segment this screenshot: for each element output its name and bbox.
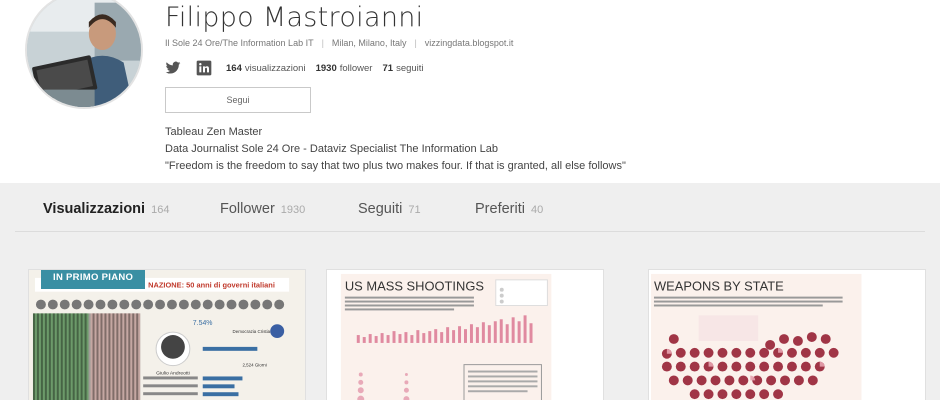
viz-card[interactable]: NAZIONE: 50 anni di governi italiani 7.5… [28,269,306,400]
linkedin-icon[interactable] [196,60,212,76]
card-side-label: Democrazia Cristiana [233,329,276,334]
meta-separator: | [321,38,324,48]
views-stat[interactable]: 164 visualizzazioni [226,63,306,74]
viz-card[interactable]: WEAPONS BY STATE [648,269,926,400]
viz-card[interactable]: US MASS SHOOTINGS [326,269,604,400]
tab-preferiti[interactable]: Preferiti 40 [475,201,543,217]
bio-line: Tableau Zen Master [165,126,263,138]
content-area: Visualizzazioni 164 Follower 1930 Seguiti 7… [0,183,940,400]
tabs-divider [15,231,925,232]
follow-button[interactable]: Segui [165,87,311,113]
meta-separator: | [414,38,417,48]
bio-line: "Freedom is the freedom to say that two … [165,160,626,172]
followers-stat[interactable]: 1930 follower [316,63,373,74]
following-stat[interactable]: 71 seguiti [382,63,423,74]
card-person: Giulio Andreotti [156,371,190,377]
viz-thumbnail[interactable]: US MASS SHOOTINGS [327,270,603,400]
profile-bio: Tableau Zen Master Data Journalist Sole … [165,124,626,175]
card-title: WEAPONS BY STATE [654,279,784,294]
profile-stats: 164 visualizzazioni 1930 follower 71 seguit… [226,63,424,74]
card-stat: 7.54% [193,320,213,327]
bio-line: Data Journalist Sole 24 Ore - Dataviz Sp… [165,143,499,155]
card-value: 2,524 Giorni [242,363,266,368]
card-title: NAZIONE: 50 anni di governi italiani [148,281,275,290]
profile-tabs: Visualizzazioni 164 Follower 1930 Seguiti 7… [0,183,940,235]
twitter-icon[interactable] [165,60,181,76]
profile-meta: Il Sole 24 Ore/The Information Lab IT | … [165,38,513,48]
website-link[interactable]: vizzingdata.blogspot.it [425,38,514,48]
tab-visualizzazioni[interactable]: Visualizzazioni 164 [43,201,169,217]
profile-header: Filippo Mastroianni Il Sole 24 Ore/The I… [0,0,940,183]
featured-badge: IN PRIMO PIANO [41,270,146,289]
location: Milan, Milano, Italy [331,38,407,48]
social-row: 164 visualizzazioni 1930 follower 71 seguit… [165,60,424,76]
profile-name: Filippo Mastroianni [165,2,424,33]
viz-thumbnail[interactable]: WEAPONS BY STATE [649,270,925,400]
card-title: US MASS SHOOTINGS [345,279,484,294]
viz-thumbnail[interactable]: NAZIONE: 50 anni di governi italiani 7.5… [29,270,305,400]
avatar[interactable] [25,0,143,109]
organization: Il Sole 24 Ore/The Information Lab IT [165,38,314,48]
avatar-photo [27,0,141,107]
tab-follower[interactable]: Follower 1930 [220,201,305,217]
tab-seguiti[interactable]: Seguiti 71 [358,201,421,217]
